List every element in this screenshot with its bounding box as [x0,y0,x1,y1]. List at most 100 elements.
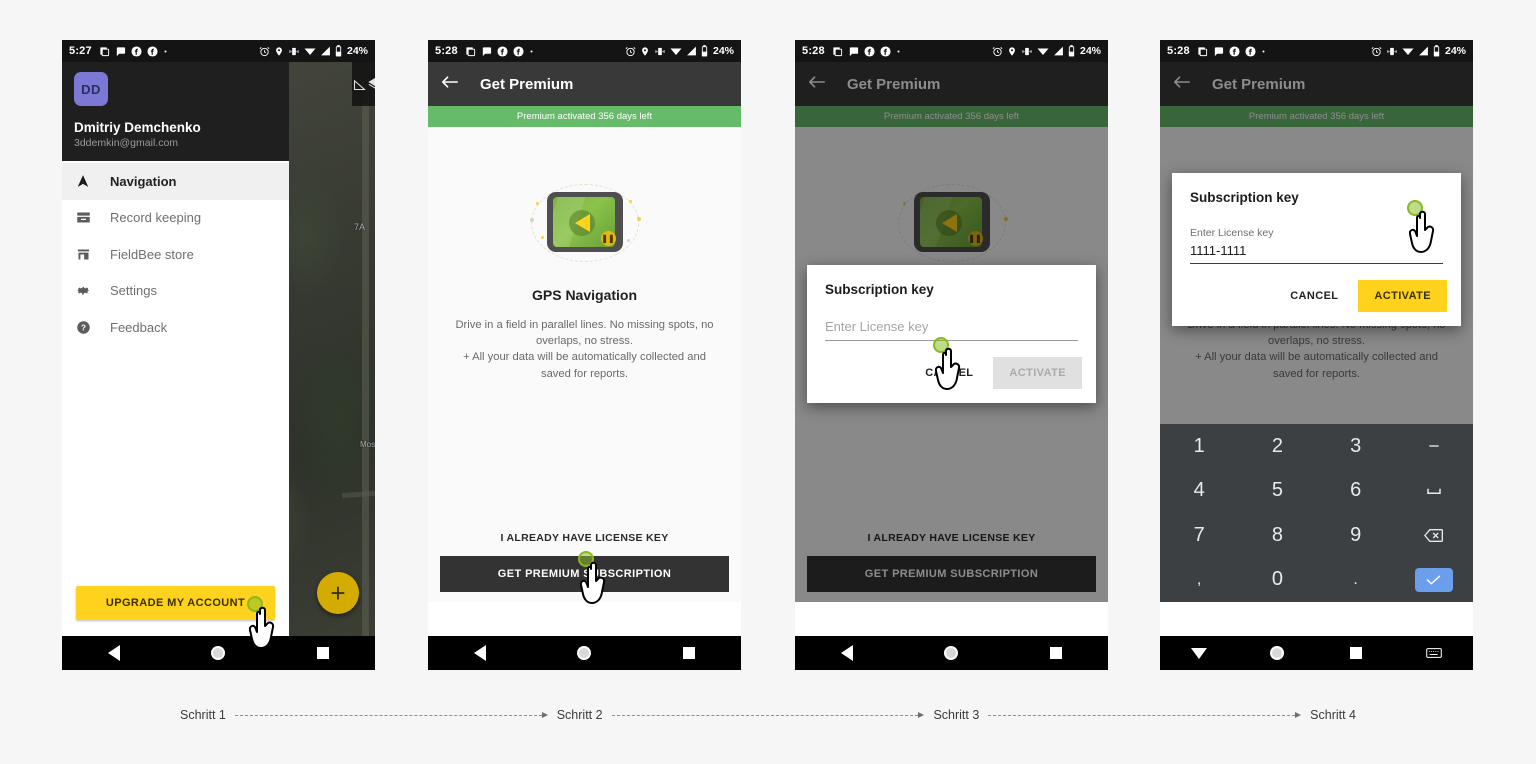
account-email: 3ddemkin@gmail.com [74,137,179,149]
caption-step-4: Schritt 4 [1310,708,1357,722]
phone-screenshot-step-3: Get Premium Premium activated 356 days l… [795,40,1108,670]
sidebar-item-label: Navigation [110,173,177,189]
navigation-drawer: DD Dmitriy Demchenko 3ddemkin@gmail.com … [62,62,289,636]
key-3[interactable]: 3 [1317,424,1395,469]
wifi-icon [670,46,682,56]
sidebar-item-label: Record keeping [110,210,202,226]
phone1-screen: 7A Byuvet Бювет Mostytsky L. + DD Dmitri… [62,40,375,636]
caption-arrow-3-4 [988,712,1302,718]
battery-percent: 24% [346,45,368,57]
enter-key-button[interactable] [1414,567,1453,592]
nav-home-icon[interactable] [577,646,592,660]
nav-back-icon[interactable] [473,645,486,661]
gps-tablet-illustration: ❚❚ [525,184,645,264]
enter-check-icon[interactable] [1395,558,1473,603]
nav-back-icon[interactable] [840,645,853,661]
battery-icon [1433,45,1440,57]
cancel-button[interactable]: CANCEL [1278,281,1350,311]
status-time: 5:28 [435,45,458,57]
key-6[interactable]: 6 [1317,469,1395,514]
key-0[interactable]: 0 [1238,558,1316,603]
key-9[interactable]: 9 [1317,513,1395,558]
nav-home[interactable] [1238,646,1316,660]
ruler-icon[interactable] [352,77,367,92]
sparkle-dot [636,217,641,221]
already-have-license-key-link[interactable]: I ALREADY HAVE LICENSE KEY [500,532,668,544]
avatar[interactable]: DD [74,72,108,106]
add-field-fab[interactable]: + [317,572,359,614]
dialog-title: Subscription key [1190,190,1299,205]
chat-icon [848,46,859,57]
minus-icon[interactable] [1395,424,1473,469]
key-2[interactable]: 2 [1238,424,1316,469]
sparkle-dot [628,200,632,203]
dialog-actions: CANCEL ACTIVATE [807,341,1096,403]
sidebar-item-fieldbee-store[interactable]: FieldBee store [62,236,289,273]
upgrade-my-account-button[interactable]: UPGRADE MY ACCOUNT [76,586,275,620]
sparkle-dot [535,202,539,205]
facebook-icon [880,45,891,57]
svg-text:?: ? [81,323,86,332]
license-key-input[interactable]: 1111-1111 [1190,243,1443,264]
key-period[interactable]: . [1317,558,1395,603]
key-7[interactable]: 7 [1160,513,1238,558]
alarm-icon [1371,46,1382,57]
key-8[interactable]: 8 [1238,513,1316,558]
activate-button: ACTIVATE [993,357,1082,389]
map-label-0: 7A [354,222,366,232]
signal-icon [320,46,331,56]
wifi-icon [304,46,316,56]
location-icon [274,46,284,57]
key-comma[interactable]: , [1160,558,1238,603]
vibrate-icon [654,46,666,57]
gear-icon [76,283,110,298]
sidebar-item-record-keeping[interactable]: Record keeping [62,200,289,237]
nav-recents-icon[interactable] [1050,647,1063,659]
nav-recents[interactable] [1317,647,1395,659]
sidebar-item-feedback[interactable]: ? Feedback [62,309,289,346]
phone2-screen: Get Premium Premium activated 356 days l… [428,40,741,636]
sidebar-item-settings[interactable]: Settings [62,273,289,310]
key-4[interactable]: 4 [1160,469,1238,514]
nav-switch-keyboard[interactable] [1395,647,1473,659]
app-bar-2: Get Premium [428,62,741,106]
layers-icon[interactable] [367,76,375,92]
get-premium-subscription-button[interactable]: GET PREMIUM SUBSCRIPTION [440,556,729,592]
license-key-input[interactable]: Enter License key [825,319,1078,341]
copy-icon [832,46,843,57]
account-name: Dmitriy Demchenko [74,120,201,135]
cancel-button[interactable]: CANCEL [913,358,985,388]
page-title: Get Premium [480,75,574,93]
vibrate-icon [1021,46,1033,57]
wifi-icon [1037,46,1049,56]
map-road [362,84,369,636]
nav-back-icon[interactable] [107,645,120,661]
facebook-icon [131,45,142,57]
nav-home-icon[interactable] [944,646,959,660]
sidebar-item-navigation[interactable]: Navigation [62,163,289,200]
numeric-keypad: 1 2 3 4 5 6 7 8 9 , 0 . [1160,424,1473,602]
map-road-secondary [341,490,375,499]
caption-step-1: Schritt 1 [180,708,226,722]
facebook-icon [513,45,524,57]
nav-home-icon[interactable] [211,646,226,660]
key-5[interactable]: 5 [1238,469,1316,514]
nav-recents-icon[interactable] [317,647,330,659]
nav-recents-icon[interactable] [683,647,696,659]
premium-content-2: ❚❚ GPS Navigation Drive in a field in pa… [428,127,741,602]
nav-home-icon [1270,646,1285,660]
nav-hide-keyboard[interactable] [1160,647,1238,659]
signal-icon [1418,46,1429,56]
backspace-icon[interactable] [1395,513,1473,558]
android-nav-bar-2 [428,636,741,670]
activate-button[interactable]: ACTIVATE [1358,280,1447,312]
space-icon[interactable] [1395,469,1473,514]
status-bar: 5:28 24% [428,40,741,62]
key-1[interactable]: 1 [1160,424,1238,469]
facebook-icon [864,45,875,57]
sidebar-item-label: Feedback [110,319,168,335]
back-arrow-icon[interactable] [440,74,460,95]
arrow-tip-icon [1295,712,1302,718]
chat-icon [115,46,126,57]
caption-arrow-1-2 [234,712,548,718]
